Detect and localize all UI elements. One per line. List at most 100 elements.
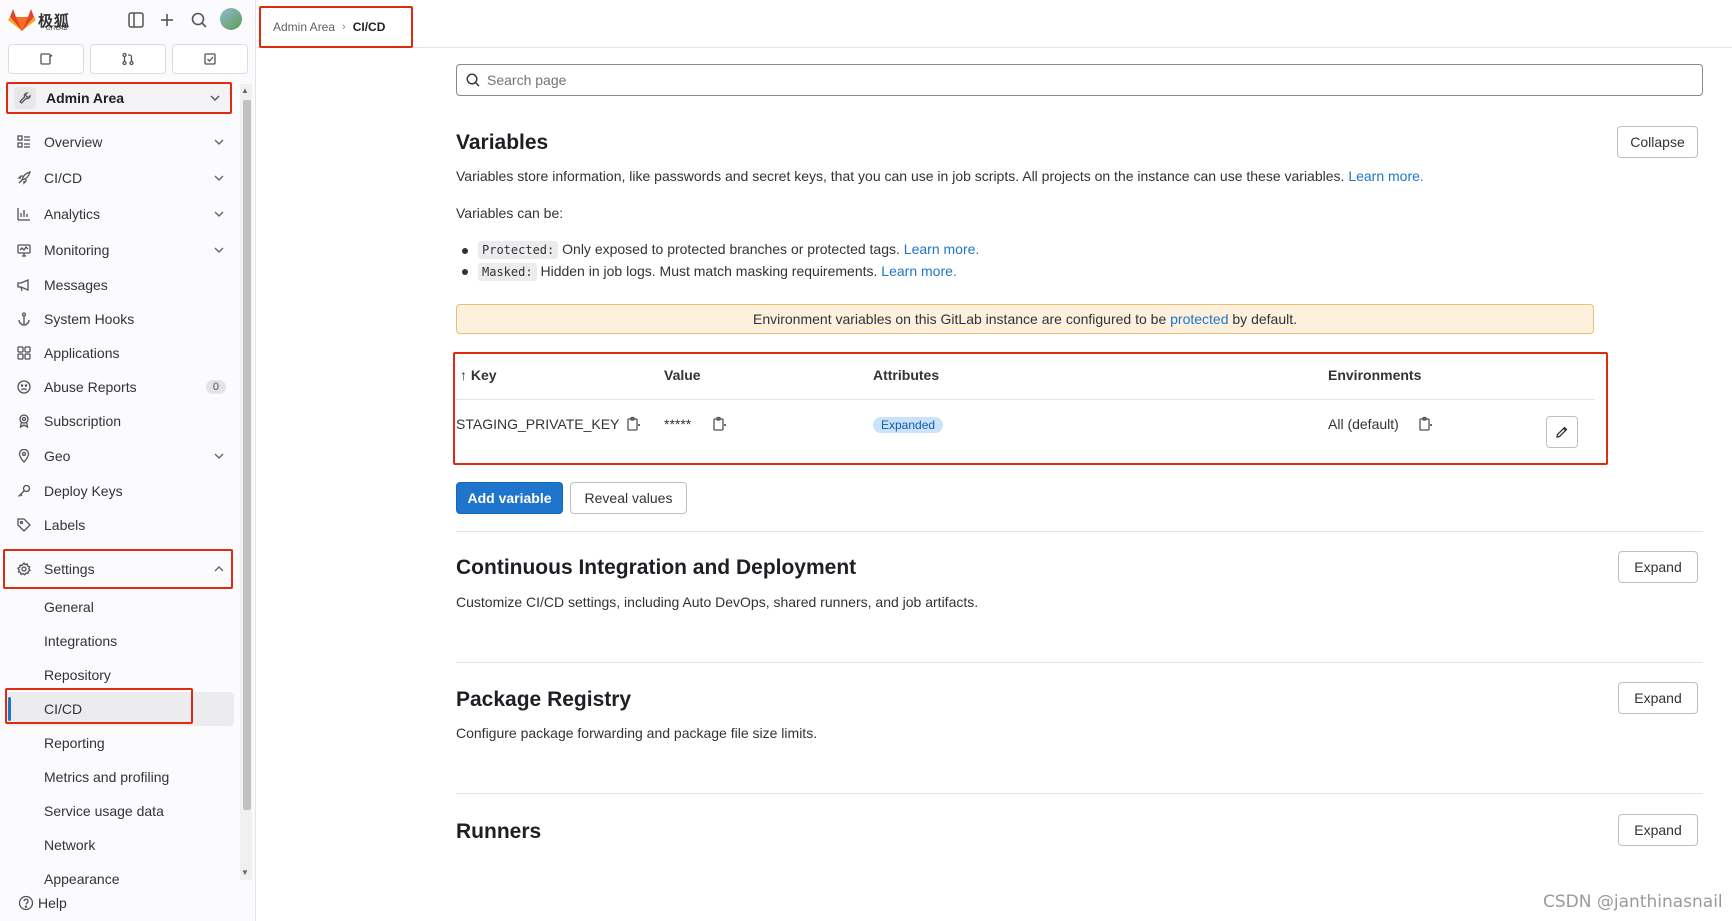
sidebar-item-label: Subscription bbox=[44, 413, 122, 429]
sidebar-item-label: Overview bbox=[44, 134, 103, 150]
runners-expand-button[interactable]: Expand bbox=[1618, 814, 1698, 846]
pencil-icon bbox=[1556, 426, 1568, 438]
overview-icon bbox=[16, 134, 32, 150]
merge-requests-button[interactable] bbox=[90, 44, 166, 74]
abuse-icon bbox=[16, 379, 32, 395]
chevron-down-icon bbox=[210, 95, 220, 101]
sidebar-nav: Overview CI/CD Analytics Monitoring Mess… bbox=[0, 124, 240, 896]
column-key[interactable]: ↑ Key bbox=[460, 367, 497, 383]
gitlab-logo-icon[interactable] bbox=[8, 8, 36, 32]
settings-sub-network[interactable]: Network bbox=[0, 828, 240, 862]
section-divider bbox=[456, 793, 1703, 794]
learn-more-link[interactable]: Learn more. bbox=[1348, 168, 1423, 184]
settings-sub-integrations[interactable]: Integrations bbox=[0, 624, 240, 658]
sidebar-header: 极狐 GITLAB bbox=[0, 0, 256, 40]
merge-request-icon bbox=[122, 52, 134, 66]
chevron-down-icon bbox=[214, 211, 224, 217]
masked-bullet: Masked: Hidden in job logs. Must match m… bbox=[478, 263, 957, 281]
bullhorn-icon bbox=[16, 277, 32, 293]
settings-sub-repository[interactable]: Repository bbox=[0, 658, 240, 692]
settings-sub-reporting[interactable]: Reporting bbox=[0, 726, 240, 760]
copy-icon[interactable] bbox=[625, 416, 641, 432]
help-label: Help bbox=[38, 895, 67, 911]
sidebar-item-applications[interactable]: Applications bbox=[0, 336, 240, 370]
sidebar-shortcuts bbox=[8, 44, 248, 74]
sidebar-item-system-hooks[interactable]: System Hooks bbox=[0, 302, 240, 336]
variable-environment: All (default) bbox=[1328, 416, 1399, 432]
add-variable-button[interactable]: Add variable bbox=[456, 482, 563, 514]
brand-sub: GITLAB bbox=[46, 26, 68, 32]
sort-arrow-icon: ↑ bbox=[460, 367, 467, 383]
sidebar-item-overview[interactable]: Overview bbox=[0, 124, 240, 160]
copy-icon[interactable] bbox=[1417, 416, 1433, 432]
settings-sub-general[interactable]: General bbox=[0, 590, 240, 624]
key-icon bbox=[16, 483, 32, 499]
sidebar-item-monitoring[interactable]: Monitoring bbox=[0, 232, 240, 268]
breadcrumb-current[interactable]: CI/CD bbox=[353, 20, 386, 34]
cicd-expand-button[interactable]: Expand bbox=[1618, 551, 1698, 583]
sidebar-item-label: Messages bbox=[44, 277, 108, 293]
variable-value: ***** bbox=[664, 416, 692, 432]
monitor-icon bbox=[16, 242, 32, 258]
sidebar-item-cicd[interactable]: CI/CD bbox=[0, 160, 240, 196]
breadcrumb-admin-area[interactable]: Admin Area bbox=[273, 20, 335, 34]
sidebar-item-subscription[interactable]: Subscription bbox=[0, 404, 240, 438]
rocket-icon bbox=[16, 170, 32, 186]
masked-learn-more-link[interactable]: Learn more. bbox=[881, 263, 956, 279]
sidebar-item-label: CI/CD bbox=[44, 170, 83, 186]
chevron-down-icon bbox=[214, 175, 224, 181]
sidebar-item-label: System Hooks bbox=[44, 311, 135, 327]
sidebar-item-labels[interactable]: Labels bbox=[0, 508, 240, 542]
section-divider bbox=[456, 662, 1703, 663]
todos-button[interactable] bbox=[172, 44, 248, 74]
cicd-section-title: Continuous Integration and Deployment bbox=[456, 556, 857, 579]
table-divider bbox=[456, 399, 1595, 400]
search-icon bbox=[466, 73, 480, 87]
variables-table bbox=[453, 352, 1608, 465]
cicd-section-desc: Customize CI/CD settings, including Auto… bbox=[456, 594, 979, 610]
plus-icon[interactable] bbox=[157, 10, 177, 30]
scroll-down-arrow[interactable]: ▼ bbox=[241, 868, 249, 877]
settings-sub-service-usage[interactable]: Service usage data bbox=[0, 794, 240, 828]
help-link[interactable]: Help bbox=[18, 895, 67, 911]
column-key-label: Key bbox=[470, 367, 497, 383]
settings-sub-metrics[interactable]: Metrics and profiling bbox=[0, 760, 240, 794]
collapse-button[interactable]: Collapse bbox=[1617, 126, 1698, 158]
alert-text: Environment variables on this GitLab ins… bbox=[752, 311, 1167, 327]
protected-link[interactable]: protected bbox=[1170, 311, 1228, 327]
sidebar-item-messages[interactable]: Messages bbox=[0, 268, 240, 302]
scroll-up-arrow[interactable]: ▲ bbox=[241, 86, 249, 95]
sidebar-item-label: Deploy Keys bbox=[44, 483, 123, 499]
count-badge: 0 bbox=[205, 380, 226, 394]
sidebar-item-analytics[interactable]: Analytics bbox=[0, 196, 240, 232]
context-switcher[interactable]: Admin Area bbox=[6, 82, 232, 114]
edit-variable-button[interactable] bbox=[1546, 416, 1578, 448]
variables-desc-text: Variables store information, like passwo… bbox=[456, 168, 1345, 184]
breadcrumb: Admin Area › CI/CD bbox=[259, 6, 413, 48]
protected-bullet: Protected: Only exposed to protected bra… bbox=[478, 241, 979, 259]
variables-description: Variables store information, like passwo… bbox=[456, 168, 1424, 184]
section-divider bbox=[456, 531, 1703, 532]
sidebar-scroll-thumb[interactable] bbox=[243, 100, 251, 810]
search-input[interactable]: Search page bbox=[456, 64, 1703, 96]
copy-icon[interactable] bbox=[711, 416, 727, 432]
protected-text: Only exposed to protected branches or pr… bbox=[562, 241, 900, 257]
variables-can-be: Variables can be: bbox=[456, 205, 564, 221]
package-registry-title: Package Registry bbox=[456, 688, 632, 711]
sidebar-item-deploy-keys[interactable]: Deploy Keys bbox=[0, 474, 240, 508]
package-registry-expand-button[interactable]: Expand bbox=[1618, 682, 1698, 714]
settings-sub-appearance[interactable]: Appearance bbox=[0, 862, 240, 896]
sidebar-toggle-icon[interactable] bbox=[126, 10, 146, 30]
sidebar-item-geo[interactable]: Geo bbox=[0, 438, 240, 474]
label-icon bbox=[16, 517, 32, 533]
chevron-down-icon bbox=[214, 247, 224, 253]
avatar[interactable] bbox=[220, 8, 242, 30]
protected-learn-more-link[interactable]: Learn more. bbox=[904, 241, 979, 257]
sidebar-item-abuse-reports[interactable]: Abuse Reports 0 bbox=[0, 370, 240, 404]
search-icon[interactable] bbox=[189, 10, 209, 30]
anchor-icon bbox=[16, 311, 32, 327]
wrench-icon bbox=[14, 87, 36, 109]
issues-button[interactable] bbox=[8, 44, 84, 74]
masked-code: Masked: bbox=[478, 263, 537, 281]
reveal-values-button[interactable]: Reveal values bbox=[570, 482, 687, 514]
